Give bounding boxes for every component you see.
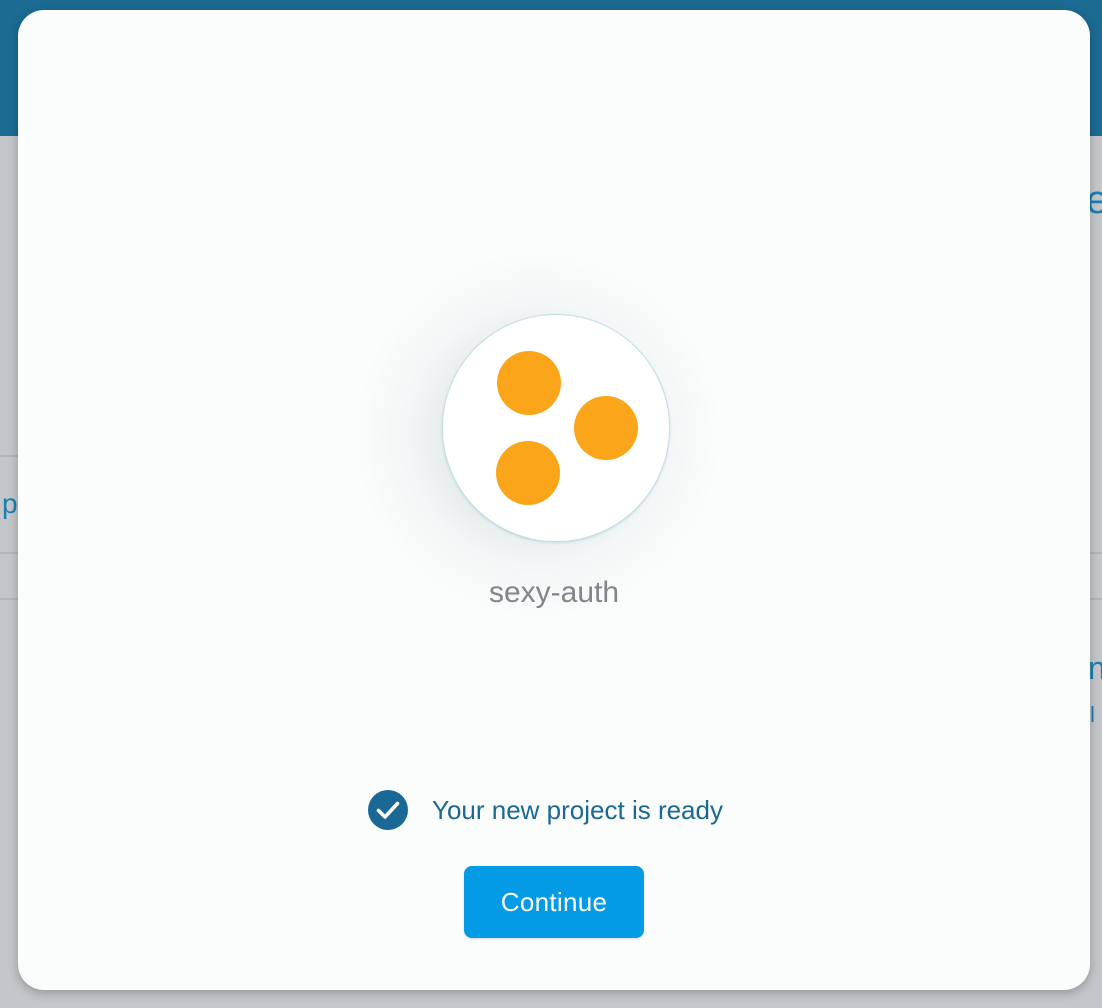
avatar-dot bbox=[497, 351, 561, 415]
background-text-fragment: l bbox=[1090, 702, 1095, 727]
background-divider bbox=[0, 455, 18, 457]
avatar-dot bbox=[496, 441, 560, 505]
check-circle-icon bbox=[368, 790, 408, 830]
background-text-fragment: p bbox=[2, 488, 18, 519]
continue-button[interactable]: Continue bbox=[464, 866, 644, 938]
status-message: Your new project is ready bbox=[368, 790, 723, 830]
status-text: Your new project is ready bbox=[432, 794, 723, 825]
avatar-dot bbox=[574, 396, 638, 460]
project-ready-dialog: sexy-auth Your new project is ready Cont… bbox=[18, 10, 1090, 990]
project-avatar bbox=[442, 314, 670, 542]
project-name: sexy-auth bbox=[488, 576, 620, 609]
background-text-fragment: n bbox=[1088, 650, 1102, 686]
